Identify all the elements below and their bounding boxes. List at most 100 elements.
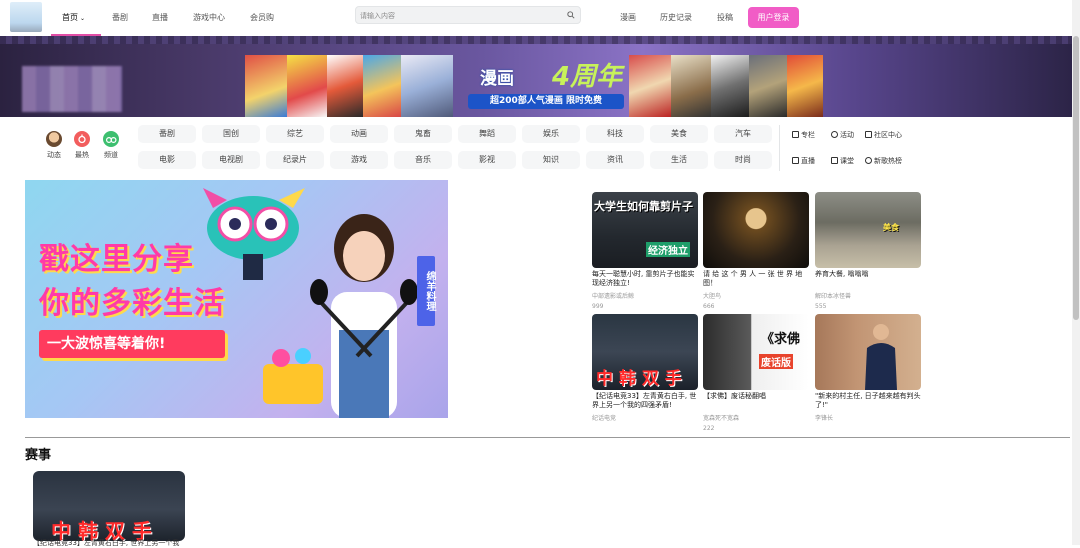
chevron-down-icon: ⌄ bbox=[80, 15, 86, 22]
video-author[interactable]: 解印本冰怪兽 bbox=[815, 291, 921, 300]
scrollbar-thumb[interactable] bbox=[1073, 36, 1079, 320]
quick-hot[interactable]: 最热 bbox=[71, 131, 93, 160]
video-thumbnail[interactable]: 美食 bbox=[815, 192, 921, 268]
video-title[interactable]: 请 给 这 个 男 人 一 张 世 界 地 图！ bbox=[703, 270, 809, 290]
manga-cover bbox=[327, 55, 363, 117]
match-thumbnail[interactable]: 中 韩 双 手 bbox=[33, 471, 185, 541]
link-community[interactable]: 社区中心 bbox=[865, 130, 902, 140]
nav-mall[interactable]: 会员购 bbox=[250, 12, 274, 23]
video-card[interactable]: 美食 养育大餐, 嗡嗡嗡 解印本冰怪兽 555 bbox=[815, 192, 921, 310]
video-thumbnail[interactable] bbox=[815, 314, 921, 390]
video-title[interactable]: 【求佛】废话秘翻唱 bbox=[703, 392, 809, 412]
category-kichiku[interactable]: 鬼畜 bbox=[394, 125, 452, 143]
nav-game-center[interactable]: 游戏中心 bbox=[193, 12, 225, 23]
category-fashion[interactable]: 时尚 bbox=[714, 151, 772, 169]
category-game[interactable]: 游戏 bbox=[330, 151, 388, 169]
category-music[interactable]: 音乐 bbox=[394, 151, 452, 169]
channel-icon bbox=[103, 131, 119, 147]
avatar-icon bbox=[46, 131, 62, 147]
video-card[interactable]: 《求佛 废话版 【求佛】废话秘翻唱 宽森死不宽森 222 bbox=[703, 314, 809, 432]
video-title[interactable]: "新来的村主任, 日子越来越有判头了!" bbox=[815, 392, 921, 412]
video-author[interactable]: 纪话电竞 bbox=[592, 413, 698, 422]
activity-icon bbox=[831, 131, 838, 138]
nav-history[interactable]: 历史记录 bbox=[660, 12, 692, 23]
quick-channel[interactable]: 频道 bbox=[100, 131, 122, 160]
video-title[interactable]: 每天一聪慧小时, 靠剪片子也能实现经济独立! bbox=[592, 270, 698, 290]
category-bangumi[interactable]: 番剧 bbox=[138, 125, 196, 143]
video-author[interactable]: 大胆鸟 bbox=[703, 291, 809, 300]
carousel-vertical-tag: 绵羊料理 bbox=[417, 256, 435, 326]
basket-image bbox=[263, 348, 323, 404]
banner-decor bbox=[0, 36, 1072, 44]
video-thumbnail[interactable]: 中 韩 双 手 bbox=[592, 314, 698, 390]
category-life[interactable]: 生活 bbox=[650, 151, 708, 169]
match-title[interactable]: 【纪话电竞33】左青黄右白手, 世界上另一个我 bbox=[33, 538, 179, 548]
video-card[interactable]: "新来的村主任, 日子越来越有判头了!" 李锋长 bbox=[815, 314, 921, 425]
manga-cover bbox=[787, 55, 823, 117]
category-entertainment[interactable]: 娱乐 bbox=[522, 125, 580, 143]
manga-cover bbox=[711, 55, 749, 117]
fire-icon bbox=[74, 131, 90, 147]
play-icon bbox=[865, 157, 872, 164]
video-card[interactable]: 请 给 这 个 男 人 一 张 世 界 地 图！ 大胆鸟 666 bbox=[703, 192, 809, 310]
cube-icon bbox=[865, 131, 872, 138]
banner-headline: 漫画 4周年 超200部人气漫画 限时免费 bbox=[460, 56, 630, 114]
thumbnail-caption: 大学生如何靠剪片子 bbox=[594, 200, 693, 213]
carousel[interactable]: 戳这里分享 你的多彩生活 一大波惊喜等着你! 绵羊料理 bbox=[25, 180, 448, 418]
link-activity[interactable]: 活动 bbox=[831, 130, 854, 140]
live-icon bbox=[792, 157, 799, 164]
category-documentary[interactable]: 纪录片 bbox=[266, 151, 324, 169]
banner-title: 漫画 bbox=[480, 69, 514, 89]
link-song-chart[interactable]: 新歌热榜 bbox=[865, 156, 902, 166]
category-dance[interactable]: 舞蹈 bbox=[458, 125, 516, 143]
video-thumbnail[interactable]: 《求佛 废话版 bbox=[703, 314, 809, 390]
manga-cover bbox=[749, 55, 787, 117]
video-title[interactable]: 【纪话电竞33】左青黄右白手, 世界上另一个我的四强矛盾! bbox=[592, 392, 698, 412]
login-button[interactable]: 用户登录 bbox=[748, 7, 799, 28]
video-views: 555 bbox=[815, 303, 827, 310]
video-card[interactable]: 大学生如何靠剪片子 经济独立 每天一聪慧小时, 靠剪片子也能实现经济独立! 中部… bbox=[592, 192, 698, 310]
category-guochuang[interactable]: 国创 bbox=[202, 125, 260, 143]
search-box[interactable]: 请输入内容 bbox=[355, 6, 581, 24]
category-news[interactable]: 资讯 bbox=[586, 151, 644, 169]
category-movie[interactable]: 电影 bbox=[138, 151, 196, 169]
site-logo[interactable] bbox=[10, 2, 42, 32]
category-film[interactable]: 影视 bbox=[458, 151, 516, 169]
nav-upload[interactable]: 投稿 bbox=[717, 12, 733, 23]
link-live[interactable]: 直播 bbox=[792, 156, 815, 166]
video-views: 999 bbox=[592, 303, 604, 310]
video-author[interactable]: 李锋长 bbox=[815, 413, 921, 422]
category-food[interactable]: 美食 bbox=[650, 125, 708, 143]
video-thumbnail[interactable]: 大学生如何靠剪片子 经济独立 bbox=[592, 192, 698, 268]
category-variety[interactable]: 综艺 bbox=[266, 125, 324, 143]
video-card[interactable]: 中 韩 双 手 【纪话电竞33】左青黄右白手, 世界上另一个我的四强矛盾! 纪话… bbox=[592, 314, 698, 425]
category-car[interactable]: 汽车 bbox=[714, 125, 772, 143]
search-icon[interactable] bbox=[567, 11, 575, 19]
link-classroom[interactable]: 课堂 bbox=[831, 156, 854, 166]
category-anime[interactable]: 动画 bbox=[330, 125, 388, 143]
category-knowledge[interactable]: 知识 bbox=[522, 151, 580, 169]
manga-cover bbox=[401, 55, 453, 117]
manga-cover bbox=[629, 55, 671, 117]
nav-live[interactable]: 直播 bbox=[152, 12, 168, 23]
quick-dynamic[interactable]: 动态 bbox=[43, 131, 65, 160]
top-banner[interactable]: 漫画 4周年 超200部人气漫画 限时免费 bbox=[0, 36, 1072, 117]
document-icon bbox=[792, 131, 799, 138]
link-column[interactable]: 专栏 bbox=[792, 130, 815, 140]
nav-bangumi[interactable]: 番剧 bbox=[112, 12, 128, 23]
manga-cover bbox=[287, 55, 327, 117]
thumbnail-caption: 经济独立 bbox=[646, 242, 690, 257]
carousel-headline-1: 戳这里分享 bbox=[39, 242, 194, 277]
search-input[interactable]: 请输入内容 bbox=[360, 11, 395, 21]
category-divider bbox=[779, 125, 780, 171]
nav-manga[interactable]: 漫画 bbox=[620, 12, 636, 23]
video-title[interactable]: 养育大餐, 嗡嗡嗡 bbox=[815, 270, 921, 290]
category-tech[interactable]: 科技 bbox=[586, 125, 644, 143]
video-thumbnail[interactable] bbox=[703, 192, 809, 268]
video-author[interactable]: 中部遗影或后鲸 bbox=[592, 291, 698, 300]
category-tv[interactable]: 电视剧 bbox=[202, 151, 260, 169]
top-nav: 首页 ⌄ 番剧 直播 游戏中心 会员购 请输入内容 漫画 历史记录 投稿 用户登录 bbox=[0, 0, 1072, 36]
video-views: 666 bbox=[703, 303, 715, 310]
video-author[interactable]: 宽森死不宽森 bbox=[703, 413, 809, 422]
nav-home[interactable]: 首页 ⌄ bbox=[62, 12, 85, 23]
